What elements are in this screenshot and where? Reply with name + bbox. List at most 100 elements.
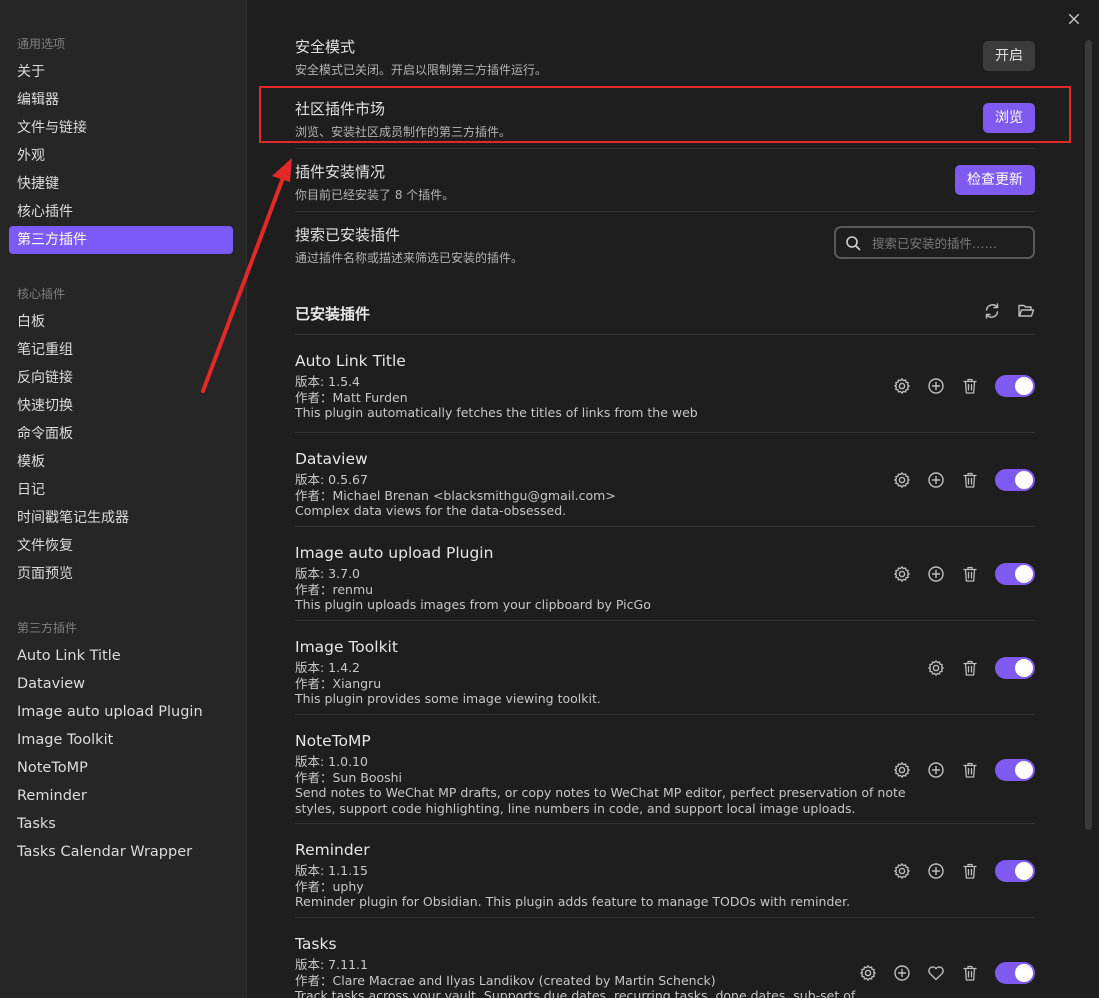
settings-main-panel: 安全模式 安全模式已关闭。开启以限制第三方插件运行。 开启 社区插件市场 浏览、… [247, 0, 1099, 998]
plugin-enable-toggle[interactable] [995, 563, 1035, 585]
sidebar-section-general: 通用选项 [17, 37, 66, 51]
sidebar-item-editor[interactable]: 编辑器 [9, 86, 233, 114]
sidebar-item-command-palette[interactable]: 命令面板 [9, 420, 233, 448]
sidebar-item-image-auto-upload[interactable]: Image auto upload Plugin [9, 698, 233, 726]
setting-install-status: 插件安装情况 你目前已经安装了 8 个插件。 检查更新 [295, 149, 1035, 212]
plus-circle-icon[interactable] [893, 964, 911, 982]
setting-desc: 你目前已经安装了 8 个插件。 [295, 188, 455, 202]
sidebar-item-dataview[interactable]: Dataview [9, 670, 233, 698]
gear-icon[interactable] [893, 862, 911, 880]
sidebar-section-core: 核心插件 [17, 287, 66, 301]
plugin-row-notetomp: NoteToMP 版本: 1.0.10 作者：Sun Booshi Send n… [295, 715, 1035, 824]
plus-circle-icon[interactable] [927, 862, 945, 880]
settings-sidebar: 通用选项 关于 编辑器 文件与链接 外观 快捷键 核心插件 第三方插件 核心插件… [0, 0, 247, 998]
reload-icon[interactable] [983, 302, 1001, 320]
plugin-name: Reminder [295, 841, 370, 859]
plugin-name: Image Toolkit [295, 638, 398, 656]
plugin-enable-toggle[interactable] [995, 860, 1035, 882]
heart-icon[interactable] [927, 964, 945, 982]
search-icon [846, 236, 861, 251]
sidebar-item-page-preview[interactable]: 页面预览 [9, 560, 233, 588]
scrollbar[interactable] [1085, 40, 1092, 830]
setting-name: 插件安装情况 [295, 163, 386, 181]
plugin-row-reminder: Reminder 版本: 1.1.15 作者：uphy Reminder plu… [295, 824, 1035, 918]
plugin-name: Tasks [295, 935, 337, 953]
setting-desc: 安全模式已关闭。开启以限制第三方插件运行。 [295, 63, 548, 77]
search-installed-input[interactable] [872, 234, 1022, 252]
sidebar-item-about[interactable]: 关于 [9, 58, 233, 86]
trash-icon[interactable] [961, 862, 979, 880]
plus-circle-icon[interactable] [927, 471, 945, 489]
check-updates-button[interactable]: 检查更新 [955, 165, 1035, 195]
gear-icon[interactable] [927, 659, 945, 677]
sidebar-item-auto-link-title[interactable]: Auto Link Title [9, 642, 233, 670]
browse-button[interactable]: 浏览 [983, 103, 1035, 133]
plugin-name: NoteToMP [295, 732, 371, 750]
installed-plugins-header: 已安装插件 [295, 287, 1035, 335]
trash-icon[interactable] [961, 377, 979, 395]
sidebar-item-notetomp[interactable]: NoteToMP [9, 754, 233, 782]
gear-icon[interactable] [893, 761, 911, 779]
folder-open-icon[interactable] [1017, 302, 1035, 320]
plugin-desc: Complex data views for the data-obsessed… [295, 503, 567, 518]
setting-search-installed: 搜索已安装插件 通过插件名称或描述来筛选已安装的插件。 [295, 212, 1035, 287]
trash-icon[interactable] [961, 471, 979, 489]
trash-icon[interactable] [961, 761, 979, 779]
gear-icon[interactable] [893, 471, 911, 489]
plugin-desc: This plugin automatically fetches the ti… [295, 405, 698, 420]
sidebar-section-third-party: 第三方插件 [17, 621, 78, 635]
sidebar-item-appearance[interactable]: 外观 [9, 142, 233, 170]
sidebar-item-files-links[interactable]: 文件与链接 [9, 114, 233, 142]
sidebar-item-canvas[interactable]: 白板 [9, 308, 233, 336]
setting-name: 社区插件市场 [295, 100, 386, 118]
sidebar-item-core-plugins[interactable]: 核心插件 [9, 198, 233, 226]
plugin-row-tasks: Tasks 版本: 7.11.1 作者：Clare Macrae and Ily… [295, 918, 1035, 998]
plugin-row-image-auto-upload: Image auto upload Plugin 版本: 3.7.0 作者：re… [295, 527, 1035, 621]
setting-community-market: 社区插件市场 浏览、安装社区成员制作的第三方插件。 浏览 [295, 86, 1035, 149]
search-box[interactable] [834, 226, 1035, 259]
sidebar-item-hotkeys[interactable]: 快捷键 [9, 170, 233, 198]
sidebar-item-tasks-calendar-wrapper[interactable]: Tasks Calendar Wrapper [9, 838, 233, 866]
plugin-enable-toggle[interactable] [995, 962, 1035, 984]
sidebar-item-templates[interactable]: 模板 [9, 448, 233, 476]
setting-safe-mode: 安全模式 安全模式已关闭。开启以限制第三方插件运行。 开启 [295, 0, 1035, 86]
sidebar-item-file-recovery[interactable]: 文件恢复 [9, 532, 233, 560]
plugin-enable-toggle[interactable] [995, 759, 1035, 781]
sidebar-item-quick-switcher[interactable]: 快速切换 [9, 392, 233, 420]
sidebar-item-image-toolkit[interactable]: Image Toolkit [9, 726, 233, 754]
sidebar-item-note-composer[interactable]: 笔记重组 [9, 336, 233, 364]
trash-icon[interactable] [961, 964, 979, 982]
plugin-author: 作者：Xiangru [295, 675, 382, 691]
sidebar-item-backlinks[interactable]: 反向链接 [9, 364, 233, 392]
plugin-version: 版本: 1.4.2 [295, 660, 360, 675]
gear-icon[interactable] [859, 964, 877, 982]
settings-content: 安全模式 安全模式已关闭。开启以限制第三方插件运行。 开启 社区插件市场 浏览、… [295, 0, 1035, 998]
plugin-name: Auto Link Title [295, 352, 406, 370]
plugin-row-dataview: Dataview 版本: 0.5.67 作者：Michael Brenan <b… [295, 433, 1035, 527]
close-icon[interactable] [1065, 12, 1083, 30]
sidebar-item-unique-note[interactable]: 时间戳笔记生成器 [9, 504, 233, 532]
installed-plugins-title: 已安装插件 [295, 305, 371, 323]
enable-safe-mode-button[interactable]: 开启 [983, 41, 1035, 71]
plugin-desc: Reminder plugin for Obsidian. This plugi… [295, 894, 851, 909]
plugin-enable-toggle[interactable] [995, 375, 1035, 397]
plus-circle-icon[interactable] [927, 761, 945, 779]
trash-icon[interactable] [961, 565, 979, 583]
plugin-name: Image auto upload Plugin [295, 544, 494, 562]
plugin-desc: Send notes to WeChat MP drafts, or copy … [295, 785, 906, 800]
trash-icon[interactable] [961, 659, 979, 677]
sidebar-item-community-plugins[interactable]: 第三方插件 [9, 226, 233, 254]
plus-circle-icon[interactable] [927, 565, 945, 583]
plugin-desc: Track tasks across your vault. Supports … [295, 988, 856, 998]
sidebar-item-tasks[interactable]: Tasks [9, 810, 233, 838]
sidebar-item-reminder[interactable]: Reminder [9, 782, 233, 810]
gear-icon[interactable] [893, 377, 911, 395]
plugin-enable-toggle[interactable] [995, 657, 1035, 679]
plugin-desc: styles, support code highlighting, line … [295, 800, 856, 816]
plugin-enable-toggle[interactable] [995, 469, 1035, 491]
plus-circle-icon[interactable] [927, 377, 945, 395]
plugin-row-auto-link-title: Auto Link Title 版本: 1.5.4 作者：Matt Furden… [295, 335, 1035, 433]
gear-icon[interactable] [893, 565, 911, 583]
sidebar-item-daily-notes[interactable]: 日记 [9, 476, 233, 504]
plugin-desc: This plugin uploads images from your cli… [295, 597, 651, 612]
